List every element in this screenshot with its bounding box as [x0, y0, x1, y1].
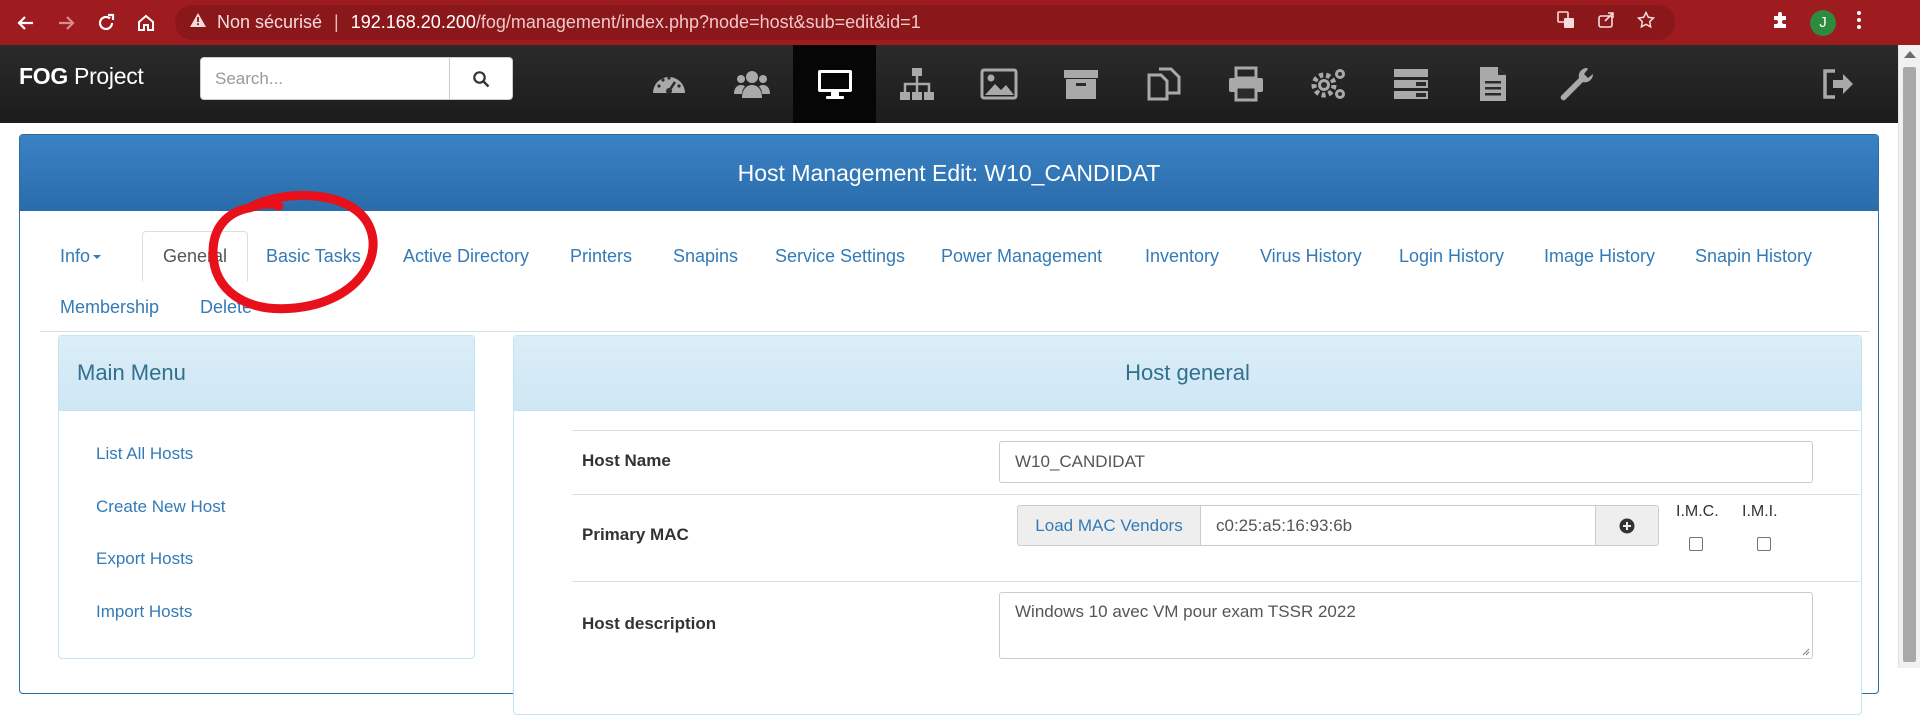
brand-bold: FOG [19, 63, 68, 89]
address-separator: | [334, 12, 339, 32]
tab-image-history[interactable]: Image History [1524, 231, 1675, 282]
search-icon [473, 70, 490, 87]
host-description-textarea[interactable]: Windows 10 avec VM pour exam TSSR 2022 [999, 592, 1813, 659]
tab-printers[interactable]: Printers [550, 231, 652, 282]
imi-checkbox[interactable] [1757, 537, 1771, 551]
host-name-input[interactable]: W10_CANDIDAT [999, 441, 1813, 483]
load-mac-vendors-button[interactable]: Load MAC Vendors [1017, 505, 1201, 546]
tab-delete[interactable]: Delete [180, 282, 272, 333]
security-label: Non sécurisé [217, 12, 323, 32]
main-menu-panel: Main Menu List All Hosts Create New Host… [58, 335, 475, 659]
image-icon[interactable] [958, 45, 1040, 123]
menu-item-import-hosts[interactable]: Import Hosts [96, 602, 192, 622]
users-icon[interactable] [711, 45, 793, 123]
dashboard-icon[interactable] [628, 45, 710, 123]
scroll-thumb[interactable] [1903, 67, 1916, 662]
brand-logo[interactable]: FOG Project [19, 63, 144, 90]
host-name-row: Host Name W10_CANDIDAT [572, 430, 1860, 494]
primary-mac-input[interactable]: c0:25:a5:16:93:6b [1200, 505, 1596, 546]
plus-circle-icon [1619, 518, 1635, 533]
tab-snapins[interactable]: Snapins [653, 231, 758, 282]
host-edit-tabs: Info General Basic Tasks Active Director… [40, 231, 1870, 332]
tab-login-history[interactable]: Login History [1379, 231, 1524, 282]
tab-membership[interactable]: Membership [40, 282, 179, 333]
tab-general[interactable]: General [142, 231, 249, 282]
menu-item-export-hosts[interactable]: Export Hosts [96, 549, 193, 569]
resize-grip-icon[interactable] [1800, 646, 1810, 656]
warning-triangle-icon [189, 12, 207, 33]
browser-toolbar: Non sécurisé | 192.168.20.200 /fog/manag… [0, 0, 1920, 45]
scroll-up-arrow[interactable] [1904, 51, 1916, 58]
dropdown-caret-icon [93, 255, 102, 260]
url-host: 192.168.20.200 [350, 12, 476, 32]
tasks-server-icon[interactable] [1370, 45, 1452, 123]
share-icon[interactable] [1597, 11, 1615, 34]
tab-info-label: Info [60, 246, 91, 266]
search-input[interactable] [200, 57, 450, 100]
snapins-copy-icon[interactable] [1123, 45, 1205, 123]
host-description-row: Host description Windows 10 avec VM pour… [572, 581, 1860, 671]
tab-info[interactable]: Info [40, 231, 121, 282]
imc-label: I.M.C. [1676, 503, 1719, 520]
reload-icon[interactable] [88, 5, 124, 41]
printer-icon[interactable] [1205, 45, 1287, 123]
tab-power-management[interactable]: Power Management [921, 231, 1122, 282]
tab-service-settings[interactable]: Service Settings [755, 231, 925, 282]
home-icon[interactable] [128, 5, 164, 41]
menu-item-create-new-host[interactable]: Create New Host [96, 497, 225, 517]
browser-menu-icon[interactable] [1856, 10, 1862, 35]
bookmark-star-icon[interactable] [1636, 10, 1656, 34]
service-settings-gears-icon[interactable] [1288, 45, 1370, 123]
network-sitemap-icon[interactable] [876, 45, 958, 123]
host-name-label: Host Name [582, 451, 671, 470]
url-path: /fog/management/index.php?node=host&sub=… [475, 12, 921, 32]
host-desktop-icon[interactable] [793, 45, 876, 123]
menu-item-list-all-hosts[interactable]: List All Hosts [96, 444, 193, 464]
extensions-puzzle-icon[interactable] [1770, 10, 1790, 35]
tab-active-directory[interactable]: Active Directory [383, 231, 549, 282]
profile-avatar[interactable]: J [1810, 9, 1836, 36]
brand-rest: Project [67, 63, 144, 89]
reports-document-icon[interactable] [1452, 45, 1534, 123]
forward-arrow-icon[interactable] [48, 5, 84, 41]
search-form [200, 57, 513, 100]
page-scrollbar[interactable] [1898, 45, 1920, 668]
host-description-value: Windows 10 avec VM pour exam TSSR 2022 [1015, 602, 1356, 621]
host-general-title: Host general [514, 336, 1861, 411]
translate-icon[interactable] [1557, 11, 1575, 34]
page-title: Host Management Edit: W10_CANDIDAT [20, 135, 1878, 211]
tab-basic-tasks[interactable]: Basic Tasks [246, 231, 381, 282]
imi-label: I.M.I. [1742, 503, 1778, 520]
primary-mac-row: Primary MAC Load MAC Vendors c0:25:a5:16… [572, 494, 1860, 581]
main-menu-title: Main Menu [59, 336, 474, 411]
back-arrow-icon[interactable] [8, 5, 44, 41]
primary-mac-label: Primary MAC [582, 525, 689, 544]
host-description-label: Host description [582, 614, 717, 633]
tab-virus-history[interactable]: Virus History [1240, 231, 1382, 282]
tab-inventory[interactable]: Inventory [1125, 231, 1239, 282]
search-button[interactable] [450, 57, 513, 100]
fog-navbar: FOG Project [0, 45, 1898, 123]
add-mac-button[interactable] [1595, 505, 1659, 546]
imc-checkbox[interactable] [1689, 537, 1703, 551]
address-bar[interactable]: Non sécurisé | 192.168.20.200 /fog/manag… [175, 5, 1675, 40]
logout-icon[interactable] [1797, 45, 1879, 123]
host-edit-panel: Host Management Edit: W10_CANDIDAT Info … [19, 134, 1879, 715]
tab-snapin-history[interactable]: Snapin History [1675, 231, 1832, 282]
settings-wrench-icon[interactable] [1535, 45, 1617, 123]
storage-archive-icon[interactable] [1040, 45, 1122, 123]
